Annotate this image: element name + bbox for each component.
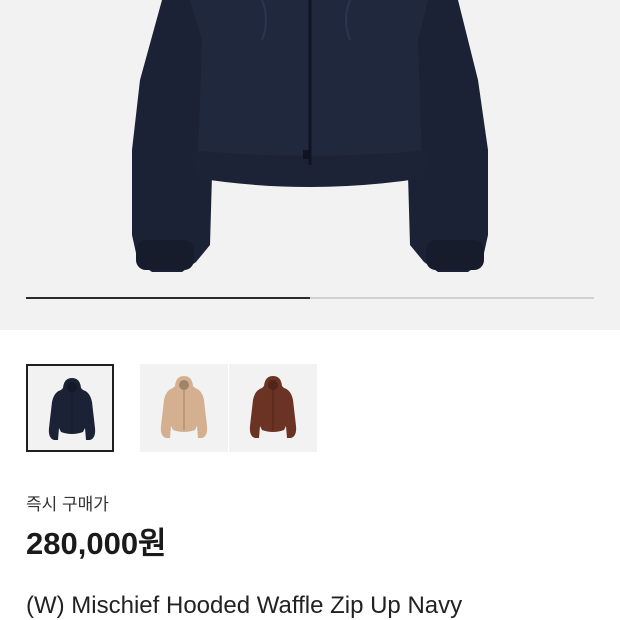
gallery-progress-fill: [26, 297, 310, 299]
product-title: (W) Mischief Hooded Waffle Zip Up Navy: [26, 592, 463, 619]
thumbnail-brown[interactable]: [229, 364, 317, 452]
jacket-thumbnail-icon: [249, 376, 297, 438]
jacket-main-image: [132, 0, 488, 272]
price: 280,000원: [26, 526, 167, 561]
jacket-thumbnail-icon: [160, 376, 208, 438]
jacket-thumbnail-icon: [48, 378, 96, 440]
thumbnail-beige[interactable]: [140, 364, 228, 452]
gallery-progress-bar: [26, 297, 594, 299]
product-image-gallery[interactable]: [0, 0, 620, 330]
instant-buy-price-label: 즉시 구매가: [26, 495, 109, 514]
thumbnail-navy[interactable]: [26, 364, 114, 452]
